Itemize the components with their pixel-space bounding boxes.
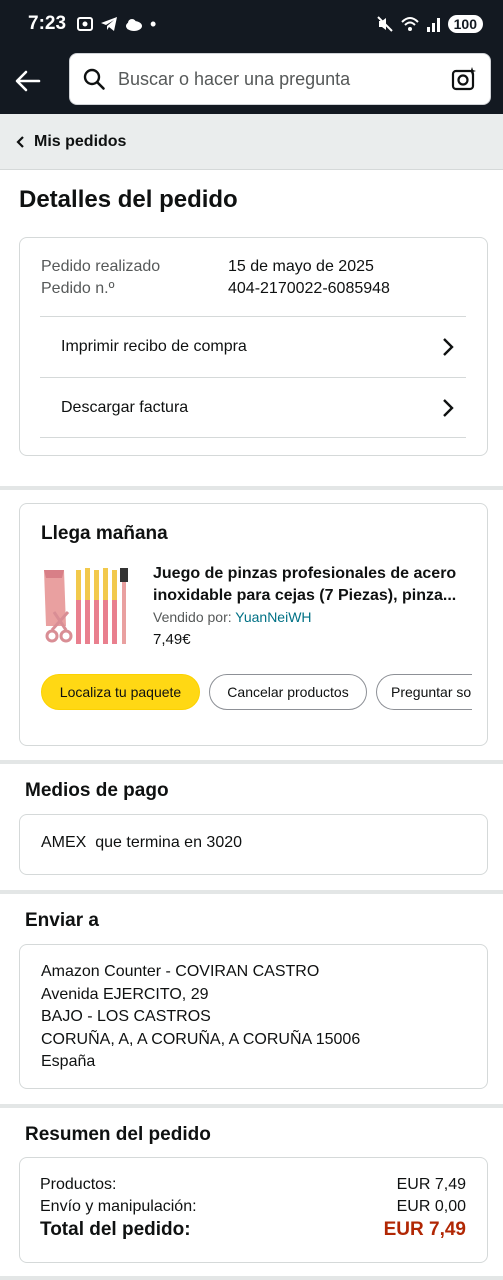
search-input[interactable]: Buscar o hacer una pregunta: [118, 69, 450, 90]
track-package-button[interactable]: Localiza tu paquete: [41, 674, 200, 710]
product-title[interactable]: Juego de pinzas profesionales de acero i…: [153, 563, 471, 607]
search-bar[interactable]: Buscar o hacer una pregunta: [69, 53, 491, 105]
ask-question-button[interactable]: Preguntar so: [376, 674, 472, 710]
summary-section-title: Resumen del pedido: [25, 1124, 211, 1145]
placed-value: 15 de mayo de 2025: [228, 258, 374, 275]
seller-link[interactable]: YuanNeiWH: [235, 609, 311, 625]
print-receipt-label: Imprimir recibo de compra: [61, 338, 247, 355]
shipment-card: Llega mañana Juego de pinzas profesional…: [19, 503, 488, 746]
breadcrumb[interactable]: Mis pedidos: [0, 114, 503, 170]
shipping-cost-label: Envío y manipulación:: [40, 1198, 197, 1215]
section-divider: [0, 890, 503, 894]
breadcrumb-label[interactable]: Mis pedidos: [34, 133, 126, 151]
camera-search-icon[interactable]: [450, 65, 478, 93]
order-number-value: 404-2170022-6085948: [228, 280, 390, 297]
back-button[interactable]: [0, 53, 56, 109]
status-time: 7:23: [28, 13, 67, 34]
address-line: BAJO - LOS CASTROS: [41, 1008, 211, 1025]
total-value: EUR 7,49: [383, 1219, 466, 1240]
chevron-left-icon: [16, 135, 24, 148]
battery-indicator: 100: [447, 15, 483, 33]
products-value: EUR 7,49: [396, 1176, 466, 1193]
products-label: Productos:: [40, 1176, 117, 1193]
more-dot-icon: •: [150, 13, 157, 34]
download-invoice-link[interactable]: Descargar factura: [40, 377, 466, 438]
cancel-items-button[interactable]: Cancelar productos: [209, 674, 367, 710]
product-price: 7,49€: [153, 631, 191, 648]
address-line: España: [41, 1053, 96, 1070]
product-image[interactable]: [40, 564, 136, 650]
mute-icon: [376, 16, 393, 32]
section-divider: [0, 760, 503, 764]
chevron-right-icon: [443, 398, 454, 417]
wifi-icon: [400, 17, 419, 31]
section-divider: [0, 486, 503, 490]
shipping-address-card: Amazon Counter - COVIRAN CASTRO Avenida …: [19, 944, 488, 1089]
shipping-cost-value: EUR 0,00: [396, 1198, 466, 1215]
address-line: CORUÑA, A, A CORUÑA, A CORUÑA 15006: [41, 1030, 361, 1048]
payment-card: AMEX que termina en 3020: [19, 814, 488, 875]
shipping-cost-row: Envío y manipulación: EUR 0,00: [40, 1198, 466, 1216]
back-arrow-icon: [15, 70, 41, 92]
section-divider: [0, 1104, 503, 1108]
sold-by-label: Vendido por:: [153, 609, 232, 625]
address-line: Amazon Counter - COVIRAN CASTRO: [41, 963, 320, 980]
placed-label: Pedido realizado: [41, 258, 161, 275]
signal-icon: [426, 18, 440, 32]
payment-section-title: Medios de pago: [25, 780, 169, 801]
payment-method: AMEX que termina en 3020: [41, 834, 243, 851]
top-bar: Buscar o hacer una pregunta: [0, 48, 503, 114]
order-number-label: Pedido n.º: [41, 280, 115, 297]
chevron-right-icon: [443, 338, 454, 356]
section-divider: [0, 1276, 503, 1280]
status-bar: 7:23 • 100: [0, 0, 503, 48]
order-summary-card: Productos: EUR 7,49 Envío y manipulación…: [19, 1157, 488, 1263]
telegram-icon: [101, 17, 118, 31]
sold-by-row: Vendido por: YuanNeiWH: [153, 609, 312, 625]
weather-icon: [126, 19, 143, 31]
total-row: Total del pedido: EUR 7,49: [40, 1219, 466, 1241]
screenshot-icon: [77, 17, 94, 31]
download-invoice-label: Descargar factura: [61, 398, 189, 416]
address-line: Avenida EJERCITO, 29: [41, 985, 209, 1003]
search-icon: [83, 68, 105, 90]
print-receipt-link[interactable]: Imprimir recibo de compra: [40, 316, 466, 377]
order-info-card: Pedido realizado 15 de mayo de 2025 Pedi…: [19, 237, 488, 456]
total-label: Total del pedido:: [40, 1219, 191, 1240]
notification-icons: •: [76, 14, 156, 35]
delivery-status: Llega mañana: [41, 523, 168, 544]
products-row: Productos: EUR 7,49: [40, 1176, 466, 1194]
page-title: Detalles del pedido: [19, 186, 238, 213]
shipping-section-title: Enviar a: [25, 910, 99, 931]
